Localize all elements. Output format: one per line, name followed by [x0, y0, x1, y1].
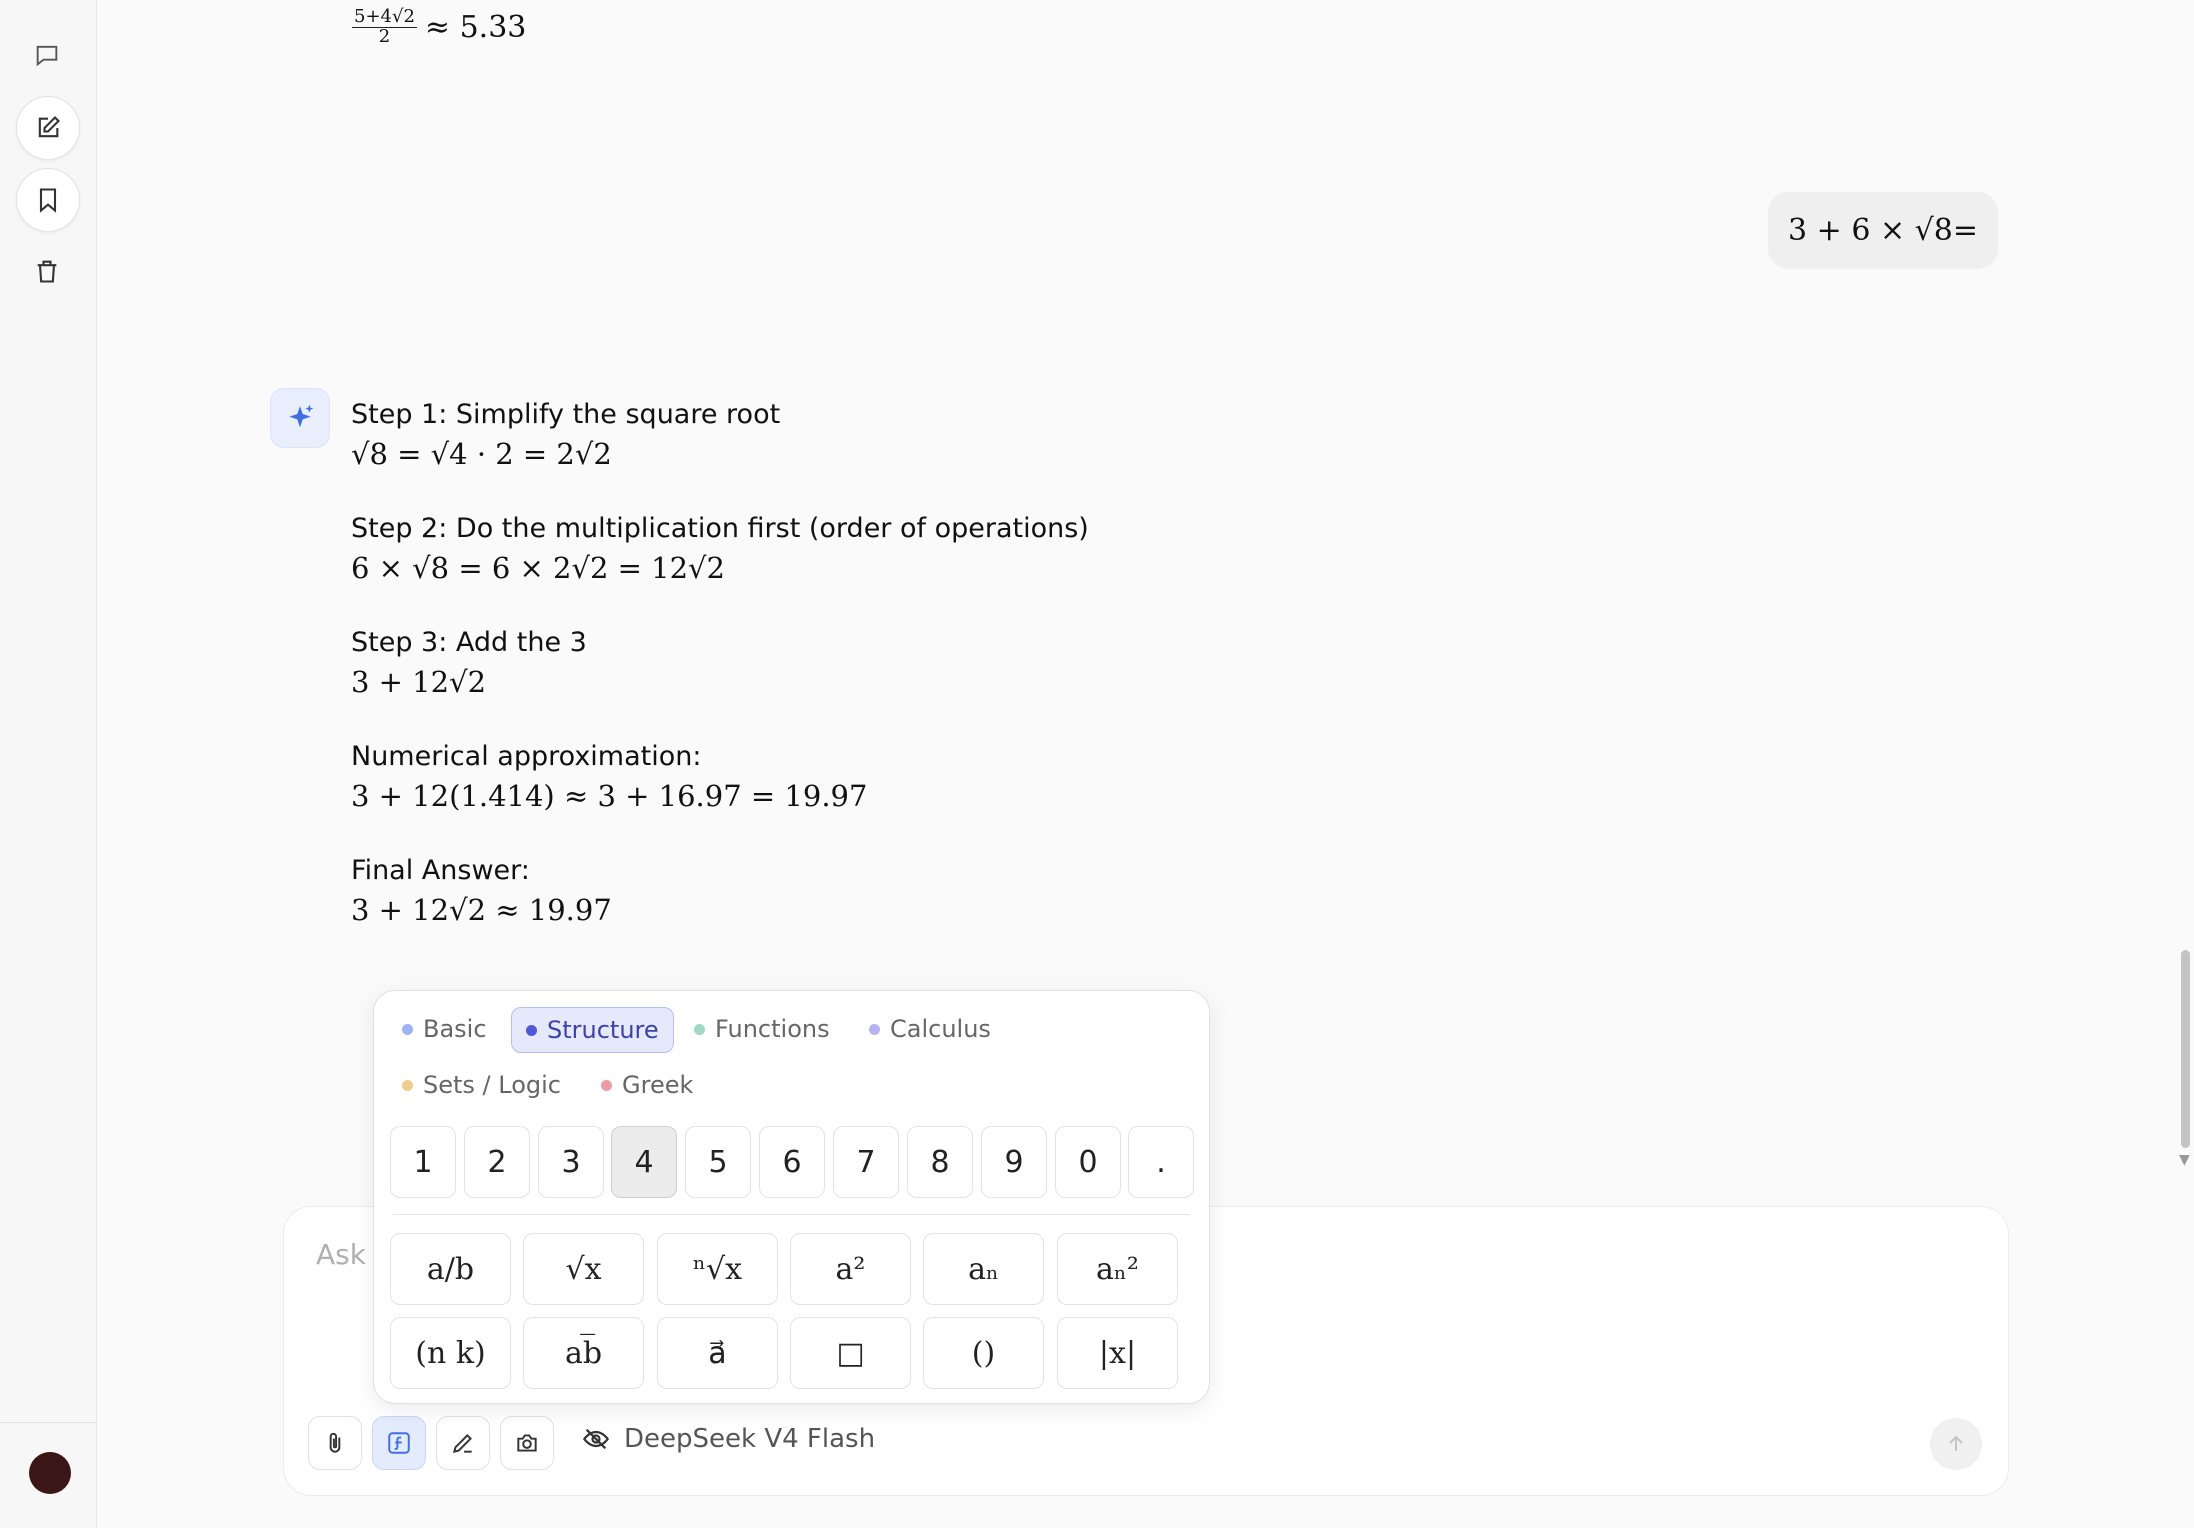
formula-button[interactable]	[372, 1416, 426, 1470]
send-button[interactable]	[1930, 1418, 1982, 1470]
tab-functions[interactable]: Functions	[680, 1007, 844, 1051]
key-3[interactable]: 3	[538, 1126, 604, 1198]
tab-dot	[402, 1079, 413, 1091]
keyboard-divider	[393, 1214, 1190, 1215]
tab-label: Structure	[547, 1016, 659, 1044]
camera-button[interactable]	[500, 1416, 554, 1470]
key-7[interactable]: 7	[833, 1126, 899, 1198]
parentheses-key[interactable]: ()	[923, 1317, 1044, 1389]
previous-result: 5+4√2 2 ≈ 5.33	[352, 6, 527, 47]
approx-title: Numerical approximation:	[351, 741, 702, 772]
eye-off-icon	[583, 1428, 609, 1450]
tab-basic[interactable]: Basic	[388, 1007, 501, 1051]
sqrt-key[interactable]: √x	[523, 1233, 644, 1305]
fraction-denominator: 2	[378, 25, 391, 47]
tab-label: Calculus	[890, 1015, 991, 1043]
tab-greek[interactable]: Greek	[587, 1063, 707, 1107]
user-message-bubble: 3 + 6 × √8=	[1768, 192, 1998, 268]
key-4[interactable]: 4	[611, 1126, 677, 1198]
arrow-up-icon	[1949, 1435, 1963, 1451]
bookmark-button[interactable]	[16, 168, 80, 232]
tab-label: Sets / Logic	[423, 1071, 561, 1099]
key-8[interactable]: 8	[907, 1126, 973, 1198]
absolute-value-key[interactable]: |x|	[1057, 1317, 1178, 1389]
tab-dot	[601, 1079, 612, 1091]
fraction-numerator: 5+4√2	[352, 6, 417, 28]
model-selector[interactable]: DeepSeek V4 Flash	[582, 1424, 875, 1454]
assistant-answer: Step 1: Simplify the square root √8 = √4…	[351, 396, 1251, 966]
sidebar-divider	[0, 1422, 96, 1423]
tab-structure[interactable]: Structure	[511, 1007, 674, 1053]
chat-history-button[interactable]	[16, 24, 78, 86]
message-input[interactable]: Ask	[316, 1238, 366, 1271]
superscript-key[interactable]: a²	[790, 1233, 911, 1305]
scroll-down-arrow-icon[interactable]: ▼	[2179, 1152, 2190, 1168]
vector-key[interactable]: a⃗	[657, 1317, 778, 1389]
scrollbar[interactable]	[2180, 0, 2194, 1528]
draw-button[interactable]	[436, 1416, 490, 1470]
attach-button[interactable]	[308, 1416, 362, 1470]
approx-math: 3 + 12(1.414) ≈ 3 + 16.97 = 19.97	[351, 779, 868, 813]
scrollbar-thumb[interactable]	[2181, 950, 2190, 1148]
sparkle-icon	[289, 404, 314, 428]
new-chat-button[interactable]	[16, 96, 80, 160]
binomial-key[interactable]: (n k)	[390, 1317, 511, 1389]
tab-dot	[694, 1023, 705, 1035]
tab-label: Greek	[622, 1071, 694, 1099]
key-9[interactable]: 9	[981, 1126, 1047, 1198]
result-approx: ≈ 5.33	[424, 9, 527, 45]
tab-label: Functions	[715, 1015, 830, 1043]
key-1[interactable]: 1	[390, 1126, 456, 1198]
bookmark-icon	[39, 188, 57, 213]
assistant-badge	[270, 388, 330, 448]
fraction-key[interactable]: a/b	[390, 1233, 511, 1305]
result-fraction: 5+4√2 2	[352, 6, 417, 47]
avatar[interactable]	[29, 1452, 71, 1494]
placeholder-box-key[interactable]: □	[790, 1317, 911, 1389]
step3-title: Step 3: Add the 3	[351, 627, 587, 658]
formula-icon	[388, 1432, 410, 1454]
key-0[interactable]: 0	[1055, 1126, 1121, 1198]
new-chat-icon	[38, 116, 60, 138]
step1-math: √8 = √4 · 2 = 2√2	[351, 437, 612, 471]
step3-math: 3 + 12√2	[351, 665, 487, 699]
step1-title: Step 1: Simplify the square root	[351, 399, 781, 430]
key-6[interactable]: 6	[759, 1126, 825, 1198]
paperclip-icon	[329, 1432, 341, 1453]
overline-key[interactable]: ab̅	[523, 1317, 644, 1389]
tab-calculus[interactable]: Calculus	[855, 1007, 1005, 1051]
key-decimal[interactable]: .	[1128, 1126, 1194, 1198]
tab-dot	[402, 1023, 413, 1035]
tab-sets-logic[interactable]: Sets / Logic	[388, 1063, 575, 1107]
tab-dot	[869, 1023, 880, 1035]
tab-label: Basic	[423, 1015, 487, 1043]
pen-icon	[452, 1434, 472, 1454]
camera-icon	[517, 1434, 537, 1452]
final-title: Final Answer:	[351, 855, 530, 886]
sub-superscript-key[interactable]: aₙ²	[1057, 1233, 1178, 1305]
delete-button[interactable]	[16, 240, 78, 302]
chat-icon	[36, 45, 58, 67]
tab-dot	[526, 1024, 537, 1036]
key-5[interactable]: 5	[685, 1126, 751, 1198]
model-name: DeepSeek V4 Flash	[624, 1424, 876, 1454]
trash-icon	[37, 260, 57, 283]
step2-title: Step 2: Do the multiplication first (ord…	[351, 513, 1089, 544]
sidebar	[0, 0, 97, 1528]
key-2[interactable]: 2	[464, 1126, 530, 1198]
final-math: 3 + 12√2 ≈ 19.97	[351, 893, 612, 927]
step2-math: 6 × √8 = 6 × 2√2 = 12√2	[351, 551, 725, 585]
subscript-key[interactable]: aₙ	[923, 1233, 1044, 1305]
nth-root-key[interactable]: ⁿ√x	[657, 1233, 778, 1305]
